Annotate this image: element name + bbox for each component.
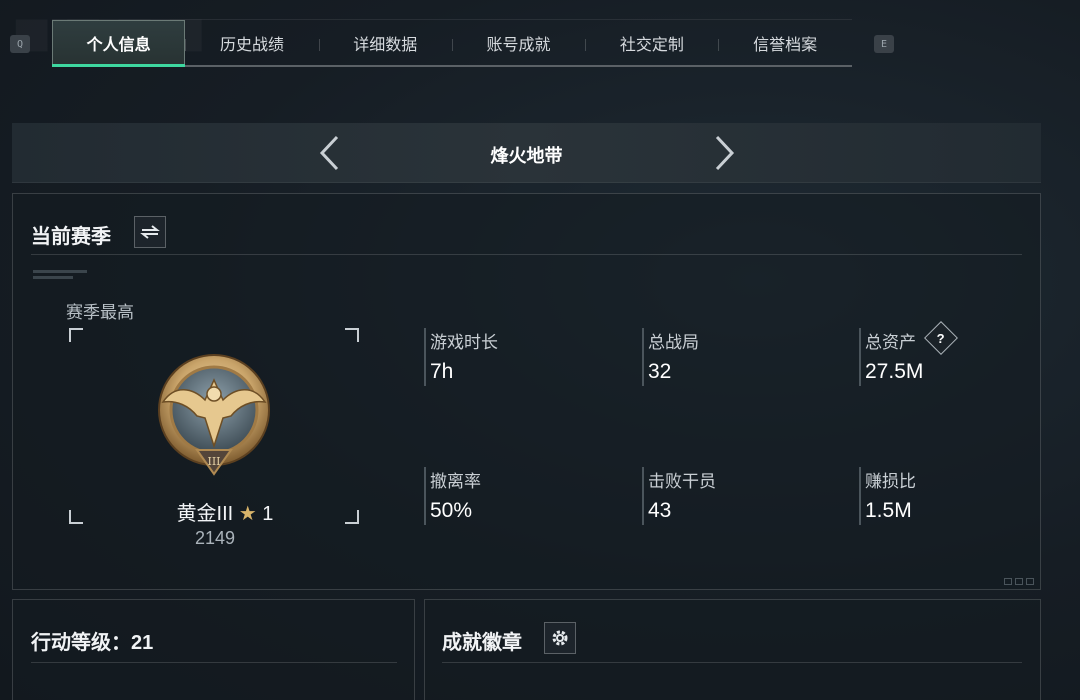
stat-label: 撤离率 [430, 472, 481, 491]
stat-value: 7h [430, 360, 454, 383]
badges-title-divider [442, 662, 1022, 663]
decorative-tags [33, 270, 87, 282]
stat-label: 总战局 [648, 333, 699, 352]
frame-corner [345, 328, 359, 342]
level-title-divider [31, 662, 397, 663]
gear-icon [552, 630, 568, 646]
stat-divider [424, 467, 426, 525]
badges-settings-button[interactable] [544, 622, 576, 654]
switch-season-button[interactable] [134, 216, 166, 248]
tab-personal-info[interactable]: 个人信息 [52, 20, 186, 67]
stat-value: 27.5M [865, 360, 924, 383]
stat-divider [642, 467, 644, 525]
frame-corner [69, 510, 83, 524]
star-icon: ★ [238, 503, 257, 525]
stat-divider [424, 328, 426, 386]
question-mark-icon: ? [937, 330, 945, 346]
stat-label: 游戏时长 [430, 333, 498, 352]
gold-rank-medal-icon: III [158, 354, 270, 476]
stat-value: 32 [648, 360, 672, 383]
achievement-badges-panel: 成就徽章 [424, 599, 1041, 700]
tab-social-customize[interactable]: 社交定制 [585, 20, 718, 65]
season-title: 当前赛季 [31, 226, 111, 248]
stat-label: 总资产 [865, 333, 916, 352]
stat-value: 43 [648, 499, 672, 522]
rank-score: 2149 [194, 528, 236, 548]
frame-corner [69, 328, 83, 342]
action-level-title: 行动等级：21 [31, 632, 154, 654]
rank-name: 黄金III [176, 503, 234, 525]
swap-arrows-icon [140, 225, 160, 239]
season-best-label: 赛季最高 [66, 303, 134, 322]
stat-value: 1.5M [865, 499, 912, 522]
next-mode-button[interactable] [709, 135, 739, 171]
next-tab-key-hint: E [874, 35, 894, 53]
chevron-right-icon [715, 135, 735, 171]
mode-title: 烽火地带 [490, 146, 563, 166]
prev-tab-key-hint: Q [10, 35, 30, 53]
season-title-divider [31, 254, 1022, 255]
stat-value: 50% [430, 499, 473, 522]
pager-dots [1004, 578, 1034, 585]
tab-reputation[interactable]: 信誉档案 [718, 20, 851, 65]
mode-selector: 烽火地带 [12, 123, 1041, 183]
top-tab-bar: 个人信息 历史战绩 详细数据 账号成就 社交定制 信誉档案 [52, 19, 852, 67]
stat-divider [642, 328, 644, 386]
badges-title: 成就徽章 [442, 632, 522, 654]
rank-name-row: 黄金III ★ 1 [105, 497, 345, 526]
stat-label: 击败干员 [648, 472, 716, 491]
stat-divider [859, 467, 861, 525]
rank-stars: 1 [262, 503, 274, 525]
tab-match-history[interactable]: 历史战绩 [185, 20, 318, 65]
current-season-panel: 当前赛季 赛季最高 III 黄金III ★ 1 2149 游戏时长 7h 总战局… [12, 193, 1041, 590]
stat-divider [859, 328, 861, 386]
action-level-panel: 行动等级：21 [12, 599, 415, 700]
help-button[interactable]: ? [924, 321, 958, 355]
tab-achievements[interactable]: 账号成就 [451, 20, 585, 65]
stat-label: 赚损比 [865, 472, 916, 491]
frame-corner [345, 510, 359, 524]
svg-text:III: III [207, 455, 220, 468]
tab-detailed-stats[interactable]: 详细数据 [318, 20, 452, 65]
